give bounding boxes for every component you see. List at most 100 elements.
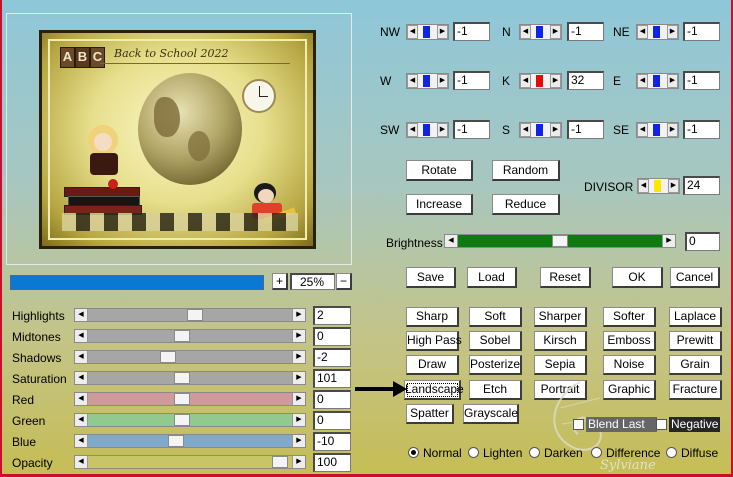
preset-button-grain[interactable]: Grain bbox=[669, 355, 722, 375]
slider-left-arrow[interactable]: ◀ bbox=[75, 309, 88, 321]
matrix-spinner-ne[interactable]: ◀ ▶ bbox=[636, 24, 679, 40]
preset-button-prewitt[interactable]: Prewitt bbox=[669, 331, 722, 351]
cancel-button[interactable]: Cancel bbox=[670, 267, 720, 288]
slider-left-arrow[interactable]: ◀ bbox=[75, 351, 88, 363]
matrix-field-n[interactable]: -1 bbox=[567, 22, 604, 41]
slider-right-arrow[interactable]: ▶ bbox=[292, 435, 305, 447]
slider-thumb[interactable] bbox=[272, 456, 288, 468]
matrix-field-nw[interactable]: -1 bbox=[453, 22, 490, 41]
adjustment-value-field[interactable]: -10 bbox=[313, 432, 351, 451]
slider-right-arrow[interactable]: ▶ bbox=[292, 456, 305, 468]
matrix-field-k[interactable]: 32 bbox=[567, 71, 604, 90]
adjustment-value-field[interactable]: 101 bbox=[313, 369, 351, 388]
negative-checkbox[interactable] bbox=[656, 419, 667, 430]
reduce-button[interactable]: Reduce bbox=[492, 194, 560, 215]
slider-right-arrow[interactable]: ▶ bbox=[292, 414, 305, 426]
slider-left-arrow[interactable]: ◀ bbox=[75, 372, 88, 384]
slider-right-arrow[interactable]: ▶ bbox=[292, 330, 305, 342]
slider-left-arrow[interactable]: ◀ bbox=[75, 435, 88, 447]
matrix-spinner-w[interactable]: ◀ ▶ bbox=[406, 73, 449, 89]
adjustment-slider[interactable]: ◀ ▶ bbox=[74, 371, 306, 385]
slider-thumb[interactable] bbox=[174, 372, 190, 384]
slider-left-arrow[interactable]: ◀ bbox=[75, 414, 88, 426]
matrix-field-ne[interactable]: -1 bbox=[683, 22, 720, 41]
slider-thumb[interactable] bbox=[174, 414, 190, 426]
slider-right-arrow[interactable]: ▶ bbox=[292, 351, 305, 363]
preset-button-sharper[interactable]: Sharper bbox=[534, 307, 587, 327]
reset-button[interactable]: Reset bbox=[540, 267, 591, 288]
load-button[interactable]: Load bbox=[467, 267, 517, 288]
preset-button-spatter[interactable]: Spatter bbox=[406, 404, 454, 424]
adjustment-slider[interactable]: ◀ ▶ bbox=[74, 308, 306, 322]
blend-mode-radio-difference[interactable] bbox=[591, 447, 602, 458]
matrix-spinner-s[interactable]: ◀ ▶ bbox=[519, 122, 562, 138]
adjustment-slider[interactable]: ◀ ▶ bbox=[74, 329, 306, 343]
adjustment-value-field[interactable]: 100 bbox=[313, 453, 351, 472]
preset-button-fracture[interactable]: Fracture bbox=[669, 380, 722, 400]
slider-left-arrow[interactable]: ◀ bbox=[75, 393, 88, 405]
slider-thumb[interactable] bbox=[174, 330, 190, 342]
zoom-field[interactable]: 25% bbox=[290, 273, 335, 290]
slider-left-arrow[interactable]: ◀ bbox=[75, 330, 88, 342]
blend-mode-radio-diffuse[interactable] bbox=[666, 447, 677, 458]
adjustment-value-field[interactable]: 2 bbox=[313, 306, 351, 325]
matrix-field-w[interactable]: -1 bbox=[453, 71, 490, 90]
matrix-spinner-n[interactable]: ◀ ▶ bbox=[519, 24, 562, 40]
slider-thumb[interactable] bbox=[187, 309, 203, 321]
matrix-field-s[interactable]: -1 bbox=[567, 120, 604, 139]
brightness-field[interactable]: 0 bbox=[685, 232, 720, 251]
preset-button-grayscale[interactable]: Grayscale bbox=[463, 404, 519, 424]
save-button[interactable]: Save bbox=[406, 267, 456, 288]
matrix-spinner-k[interactable]: ◀ ▶ bbox=[519, 73, 562, 89]
adjustment-value-field[interactable]: -2 bbox=[313, 348, 351, 367]
matrix-spinner-sw[interactable]: ◀ ▶ bbox=[406, 122, 449, 138]
adjustment-value-field[interactable]: 0 bbox=[313, 327, 351, 346]
zoom-bar[interactable] bbox=[10, 275, 264, 290]
slider-right-arrow[interactable]: ▶ bbox=[292, 393, 305, 405]
slider-thumb[interactable] bbox=[168, 435, 184, 447]
preset-button-sepia[interactable]: Sepia bbox=[534, 355, 587, 375]
adjustment-value-field[interactable]: 0 bbox=[313, 390, 351, 409]
preset-button-high-pass[interactable]: High Pass bbox=[406, 331, 462, 351]
zoom-in-button[interactable]: + bbox=[272, 273, 288, 290]
matrix-spinner-nw[interactable]: ◀ ▶ bbox=[406, 24, 449, 40]
preset-button-draw[interactable]: Draw bbox=[406, 355, 459, 375]
rotate-button[interactable]: Rotate bbox=[406, 160, 473, 181]
matrix-field-sw[interactable]: -1 bbox=[453, 120, 490, 139]
adjustment-slider[interactable]: ◀ ▶ bbox=[74, 434, 306, 448]
preset-button-sharp[interactable]: Sharp bbox=[406, 307, 459, 327]
slider-thumb[interactable] bbox=[160, 351, 176, 363]
adjustment-slider[interactable]: ◀ ▶ bbox=[74, 350, 306, 364]
ok-button[interactable]: OK bbox=[612, 267, 663, 288]
matrix-spinner-se[interactable]: ◀ ▶ bbox=[636, 122, 679, 138]
slider-thumb[interactable] bbox=[174, 393, 190, 405]
matrix-spinner-e[interactable]: ◀ ▶ bbox=[636, 73, 679, 89]
slider-right-arrow[interactable]: ▶ bbox=[292, 309, 305, 321]
blend-last-checkbox[interactable] bbox=[573, 419, 584, 430]
brightness-slider[interactable]: ◀ ▶ bbox=[444, 234, 676, 248]
increase-button[interactable]: Increase bbox=[406, 194, 473, 215]
preset-button-emboss[interactable]: Emboss bbox=[603, 331, 656, 351]
preset-button-softer[interactable]: Softer bbox=[603, 307, 656, 327]
preset-button-etch[interactable]: Etch bbox=[469, 380, 522, 400]
blend-mode-radio-normal[interactable] bbox=[408, 447, 419, 458]
divisor-field[interactable]: 24 bbox=[683, 176, 720, 195]
matrix-field-se[interactable]: -1 bbox=[683, 120, 720, 139]
preset-button-kirsch[interactable]: Kirsch bbox=[534, 331, 587, 351]
preset-button-landscape[interactable]: Landscape bbox=[404, 380, 464, 400]
preset-button-posterize[interactable]: Posterize bbox=[469, 355, 522, 375]
preset-button-soft[interactable]: Soft bbox=[469, 307, 522, 327]
adjustment-slider[interactable]: ◀ ▶ bbox=[74, 392, 306, 406]
slider-right-arrow[interactable]: ▶ bbox=[292, 372, 305, 384]
zoom-out-button[interactable]: − bbox=[336, 273, 352, 290]
random-button[interactable]: Random bbox=[492, 160, 560, 181]
slider-left-arrow[interactable]: ◀ bbox=[75, 456, 88, 468]
adjustment-slider[interactable]: ◀ ▶ bbox=[74, 455, 306, 469]
blend-mode-radio-darken[interactable] bbox=[529, 447, 540, 458]
adjustment-slider[interactable]: ◀ ▶ bbox=[74, 413, 306, 427]
matrix-field-e[interactable]: -1 bbox=[683, 71, 720, 90]
blend-mode-radio-lighten[interactable] bbox=[468, 447, 479, 458]
preset-button-noise[interactable]: Noise bbox=[603, 355, 656, 375]
preset-button-sobel[interactable]: Sobel bbox=[469, 331, 522, 351]
adjustment-value-field[interactable]: 0 bbox=[313, 411, 351, 430]
